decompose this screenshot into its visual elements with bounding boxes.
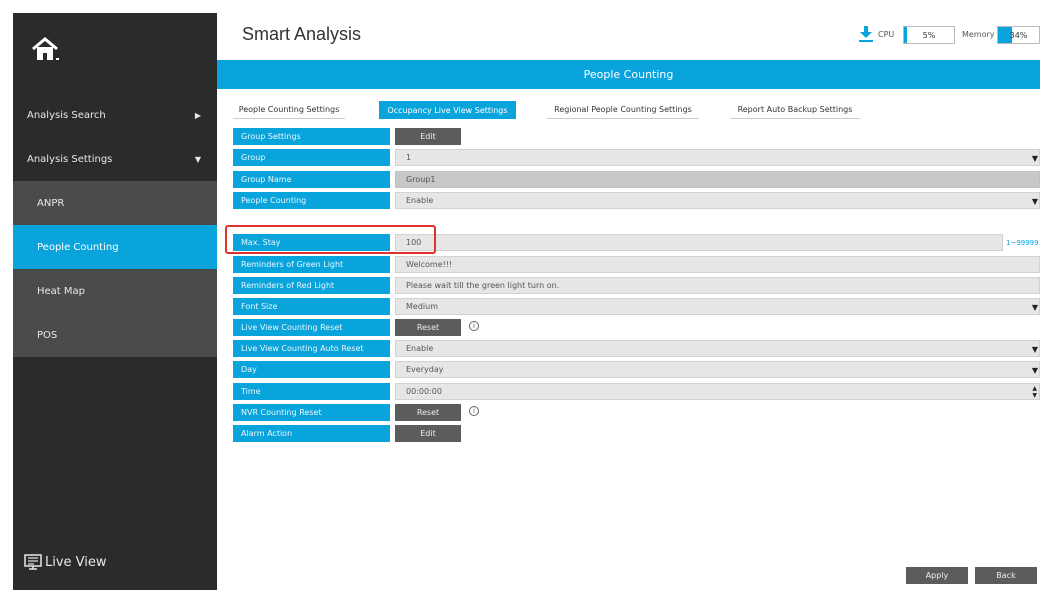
caret-down-icon: ▼ xyxy=(1031,366,1038,375)
form-row-green-light: Reminders of Green Light Welcome!!! xyxy=(233,256,1040,273)
live-view-label: Live View xyxy=(45,554,107,570)
day-select[interactable]: Everyday ▼ xyxy=(395,361,1040,378)
max-stay-value: 100 xyxy=(406,238,422,247)
form-row-font-size: Font Size Medium ▼ xyxy=(233,298,1040,315)
back-button[interactable]: Back xyxy=(975,567,1037,584)
info-icon[interactable]: i xyxy=(469,406,479,416)
tab-people-counting-settings[interactable]: People Counting Settings xyxy=(233,101,345,119)
sidebar-item-label: POS xyxy=(37,329,58,341)
form-row-time: Time 00:00:00 ▲ ▼ xyxy=(233,383,1040,400)
time-spinner[interactable]: 00:00:00 ▲ ▼ xyxy=(395,383,1040,400)
red-light-input[interactable]: Please wait till the green light turn on… xyxy=(395,277,1040,294)
home-icon[interactable] xyxy=(30,36,60,62)
form-row-live-view-auto-reset: Live View Counting Auto Reset Enable ▼ xyxy=(233,340,1040,357)
sidebar-item-pos[interactable]: POS xyxy=(13,313,217,357)
alarm-action-edit-button[interactable]: Edit xyxy=(395,425,461,442)
form-row-live-view-reset: Live View Counting Reset Reset i xyxy=(233,319,1040,336)
form-row-max-stay: Max. Stay 100 1~99999 xyxy=(233,234,1040,251)
chevron-down-icon: ▼ xyxy=(194,154,201,164)
cpu-label: CPU xyxy=(878,30,895,39)
form-row-red-light: Reminders of Red Light Please wait till … xyxy=(233,277,1040,294)
group-name-value: Group1 xyxy=(406,175,436,184)
sidebar-item-people-counting[interactable]: People Counting xyxy=(13,225,217,269)
page-title: Smart Analysis xyxy=(242,24,362,44)
monitor-icon xyxy=(24,554,42,570)
group-select[interactable]: 1 ▼ xyxy=(395,149,1040,166)
group-select-value: 1 xyxy=(406,153,412,162)
font-size-select[interactable]: Medium ▼ xyxy=(395,298,1040,315)
field-label: Reminders of Red Light xyxy=(233,277,390,294)
sidebar-item-anpr[interactable]: ANPR xyxy=(13,181,217,225)
red-light-value: Please wait till the green light turn on… xyxy=(406,281,560,290)
live-view-reset-button[interactable]: Reset xyxy=(395,319,461,336)
field-label: Alarm Action xyxy=(233,425,390,442)
form-row-group: Group 1 ▼ xyxy=(233,149,1040,166)
memory-meter: 34% xyxy=(997,26,1040,44)
field-label: Reminders of Green Light xyxy=(233,256,390,273)
spinner-arrows-icon[interactable]: ▲ ▼ xyxy=(1032,385,1037,399)
cpu-value: 5% xyxy=(922,30,936,40)
field-label: Group Settings xyxy=(233,128,390,145)
field-label: Live View Counting Auto Reset xyxy=(233,340,390,357)
field-label: Time xyxy=(233,383,390,400)
field-label: Group xyxy=(233,149,390,166)
sidebar-item-label: ANPR xyxy=(37,197,65,209)
field-label: Max. Stay xyxy=(233,234,390,251)
apply-button[interactable]: Apply xyxy=(906,567,968,584)
field-label: Live View Counting Reset xyxy=(233,319,390,336)
auto-reset-value: Enable xyxy=(406,344,434,353)
day-value: Everyday xyxy=(406,365,444,374)
people-counting-select[interactable]: Enable ▼ xyxy=(395,192,1040,209)
max-stay-range-hint: 1~99999 xyxy=(1006,238,1039,247)
time-value: 00:00:00 xyxy=(406,387,442,396)
green-light-value: Welcome!!! xyxy=(406,260,453,269)
nvr-reset-button[interactable]: Reset xyxy=(395,404,461,421)
chevron-right-icon: ▶ xyxy=(194,110,201,120)
group-name-field: Group1 xyxy=(395,171,1040,188)
section-banner: People Counting xyxy=(217,60,1040,89)
field-label: NVR Counting Reset xyxy=(233,404,390,421)
sidebar-item-label: Analysis Settings xyxy=(27,153,113,165)
form-row-group-settings: Group Settings Edit xyxy=(233,128,1040,145)
caret-down-icon: ▼ xyxy=(1031,197,1038,206)
sidebar-item-label: Analysis Search xyxy=(27,109,106,121)
form-row-people-counting: People Counting Enable ▼ xyxy=(233,192,1040,209)
sidebar-item-label: People Counting xyxy=(37,241,119,253)
group-settings-edit-button[interactable]: Edit xyxy=(395,128,461,145)
form-row-group-name: Group Name Group1 xyxy=(233,171,1040,188)
sidebar-item-analysis-search[interactable]: Analysis Search ▶ xyxy=(13,93,217,137)
field-label: People Counting xyxy=(233,192,390,209)
live-view-button[interactable]: Live View xyxy=(24,554,107,570)
green-light-input[interactable]: Welcome!!! xyxy=(395,256,1040,273)
max-stay-input[interactable]: 100 xyxy=(395,234,1003,251)
download-icon[interactable] xyxy=(859,26,873,42)
people-counting-value: Enable xyxy=(406,196,434,205)
tab-report-auto-backup-settings[interactable]: Report Auto Backup Settings xyxy=(730,101,860,119)
form-row-day: Day Everyday ▼ xyxy=(233,361,1040,378)
cpu-meter-fill xyxy=(904,27,907,43)
tab-regional-people-counting-settings[interactable]: Regional People Counting Settings xyxy=(547,101,699,119)
caret-down-icon: ▼ xyxy=(1031,345,1038,354)
sidebar-item-analysis-settings[interactable]: Analysis Settings ▼ xyxy=(13,137,217,181)
field-label: Day xyxy=(233,361,390,378)
sidebar-item-label: Heat Map xyxy=(37,285,86,297)
memory-label: Memory xyxy=(962,30,995,39)
font-size-value: Medium xyxy=(406,302,438,311)
tab-occupancy-live-view-settings[interactable]: Occupancy Live View Settings xyxy=(379,101,516,119)
auto-reset-select[interactable]: Enable ▼ xyxy=(395,340,1040,357)
cpu-meter: 5% xyxy=(903,26,955,44)
field-label: Group Name xyxy=(233,171,390,188)
caret-down-icon: ▼ xyxy=(1031,154,1038,163)
form-row-nvr-reset: NVR Counting Reset Reset i xyxy=(233,404,1040,421)
form-row-alarm-action: Alarm Action Edit xyxy=(233,425,1040,442)
field-label: Font Size xyxy=(233,298,390,315)
sidebar-item-heat-map[interactable]: Heat Map xyxy=(13,269,217,313)
info-icon[interactable]: i xyxy=(469,321,479,331)
caret-down-icon: ▼ xyxy=(1031,303,1038,312)
memory-value: 34% xyxy=(1009,30,1028,40)
